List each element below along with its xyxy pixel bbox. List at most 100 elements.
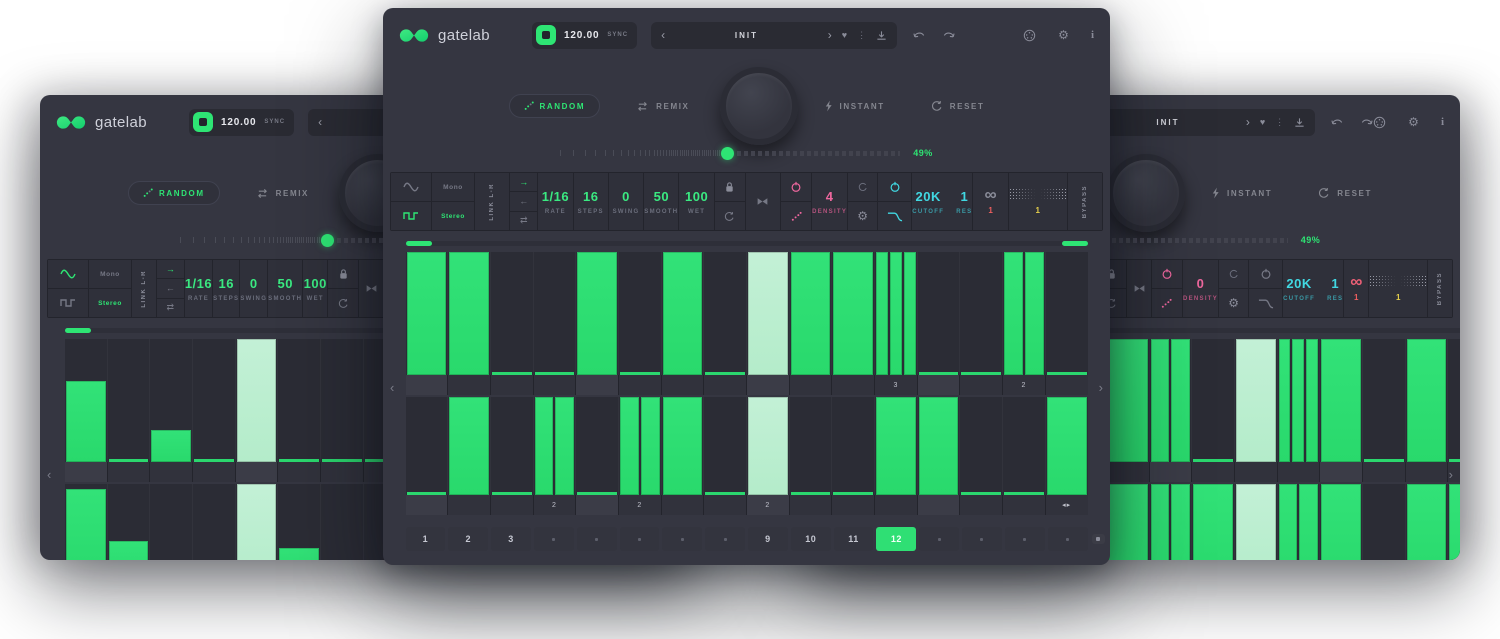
gate-step[interactable] (1235, 484, 1278, 560)
gate-bar[interactable] (1047, 397, 1087, 495)
gate-zero-level[interactable] (322, 459, 362, 462)
direction-pingpong-button[interactable]: ⇄ (510, 212, 537, 230)
ratchet-cell[interactable] (704, 495, 746, 515)
filter-power-button[interactable] (1249, 260, 1282, 288)
gate-bar[interactable] (1025, 252, 1044, 375)
reset-button[interactable]: RESET (1318, 187, 1372, 199)
slider-thumb[interactable] (321, 234, 334, 247)
step-number[interactable]: 2 (448, 527, 488, 551)
density-power-button[interactable] (1152, 260, 1182, 288)
gate-step[interactable] (832, 397, 875, 495)
ratchet-cell[interactable] (918, 375, 960, 395)
midi-dial-icon[interactable] (1373, 116, 1386, 129)
gate-bar[interactable] (66, 489, 106, 560)
rate-control[interactable]: 1/16 RATE (185, 260, 212, 317)
ratchet-cell[interactable]: 2 (1003, 375, 1045, 395)
gate-zero-level[interactable] (1364, 459, 1404, 462)
gate-step[interactable] (1278, 339, 1321, 462)
stereo-button[interactable]: Stereo (432, 202, 474, 230)
gate-step[interactable] (960, 252, 1003, 375)
gate-step[interactable] (1235, 339, 1278, 462)
gate-bar[interactable] (876, 397, 916, 495)
density-control[interactable]: 0 DENSITY (1183, 260, 1218, 317)
sine-wave-button[interactable] (391, 173, 431, 201)
save-preset-icon[interactable] (1294, 117, 1305, 128)
gate-bar[interactable] (1449, 484, 1460, 560)
step-number[interactable]: 3 (491, 527, 531, 551)
gate-bar[interactable] (449, 397, 489, 495)
gate-zero-level[interactable] (492, 372, 532, 375)
gate-step[interactable] (1448, 484, 1460, 560)
gate-zero-level[interactable] (833, 492, 873, 495)
ratchet-cell[interactable] (619, 375, 661, 395)
tap-tempo-button[interactable] (536, 25, 556, 45)
redo-icon[interactable] (942, 30, 955, 40)
gate-bar[interactable] (555, 397, 574, 495)
tap-tempo-button[interactable] (193, 112, 213, 132)
ratchet-cell[interactable] (1363, 462, 1405, 482)
gate-step[interactable] (1406, 484, 1449, 560)
ratchet-cell[interactable] (236, 462, 278, 482)
ratchet-cell[interactable]: 3 (875, 375, 917, 395)
swing-control[interactable]: 0 SWING (609, 173, 643, 230)
gate-bar[interactable] (1321, 339, 1361, 462)
gate-bar[interactable] (641, 397, 660, 495)
gate-step[interactable] (1320, 484, 1363, 560)
gate-bar[interactable] (1236, 484, 1276, 560)
gate-step[interactable] (534, 252, 577, 375)
ratchet-cell[interactable] (1320, 462, 1362, 482)
gate-zero-level[interactable] (705, 492, 745, 495)
loop-control[interactable]: ∞ 1 (1344, 260, 1368, 317)
filter-power-button[interactable] (878, 173, 911, 201)
loop-bar[interactable] (406, 241, 1088, 246)
gate-zero-level[interactable] (620, 372, 660, 375)
gate-step[interactable] (704, 252, 747, 375)
page-prev-chevron[interactable]: ‹ (47, 467, 51, 482)
ratchet-cell[interactable] (832, 375, 874, 395)
loop-start-handle[interactable] (406, 241, 432, 246)
gate-step[interactable] (534, 397, 577, 495)
ratchet-cell[interactable]: ◂▸ (1046, 495, 1088, 515)
redo-icon[interactable] (1360, 117, 1373, 127)
gate-bar[interactable] (620, 397, 639, 495)
dice-button[interactable] (1127, 260, 1151, 317)
gate-bar[interactable] (1292, 339, 1304, 462)
ratchet-cell[interactable] (1278, 462, 1320, 482)
gate-step[interactable] (576, 397, 619, 495)
page-next-chevron[interactable]: › (1099, 380, 1103, 395)
ratchet-cell[interactable] (960, 495, 1002, 515)
link-lr-button[interactable]: LINK L-R (132, 260, 156, 317)
remix-button[interactable]: REMIX (256, 188, 309, 199)
ratchet-cell[interactable] (918, 495, 960, 515)
gate-zero-level[interactable] (577, 492, 617, 495)
gate-bar[interactable] (904, 252, 916, 375)
gate-step[interactable] (1363, 339, 1406, 462)
ratchet-cell[interactable]: 2 (747, 495, 789, 515)
gate-step[interactable] (619, 397, 662, 495)
ratchet-cell[interactable] (576, 375, 618, 395)
gate-step[interactable] (491, 397, 534, 495)
gate-bar[interactable] (1108, 339, 1148, 462)
gate-bar[interactable] (1321, 484, 1361, 560)
gate-zero-level[interactable] (1047, 372, 1087, 375)
step-number[interactable]: 12 (876, 527, 916, 551)
filter-curve-button[interactable] (1249, 289, 1282, 317)
save-preset-icon[interactable] (876, 30, 887, 41)
gate-step[interactable] (65, 339, 108, 462)
info-icon[interactable]: i (1091, 29, 1094, 41)
ratchet-cell[interactable] (1046, 375, 1088, 395)
gate-bar[interactable] (1236, 339, 1276, 462)
page-next-chevron[interactable]: › (1449, 467, 1453, 482)
preset-name[interactable]: INIT (1100, 118, 1236, 127)
gate-bar[interactable] (1279, 339, 1291, 462)
lock-button[interactable] (328, 260, 358, 288)
bpm-value[interactable]: 120.00 (564, 30, 599, 41)
ratchet-cell[interactable] (321, 462, 363, 482)
density-random-button[interactable] (1152, 289, 1182, 317)
ratchet-cell[interactable] (704, 375, 746, 395)
ratchet-cell[interactable] (65, 462, 107, 482)
gate-step[interactable] (406, 252, 449, 375)
step-number[interactable]: · (1005, 527, 1045, 551)
random-button[interactable]: RANDOM (128, 181, 220, 205)
loop-control[interactable]: ∞ 1 (973, 173, 1007, 230)
